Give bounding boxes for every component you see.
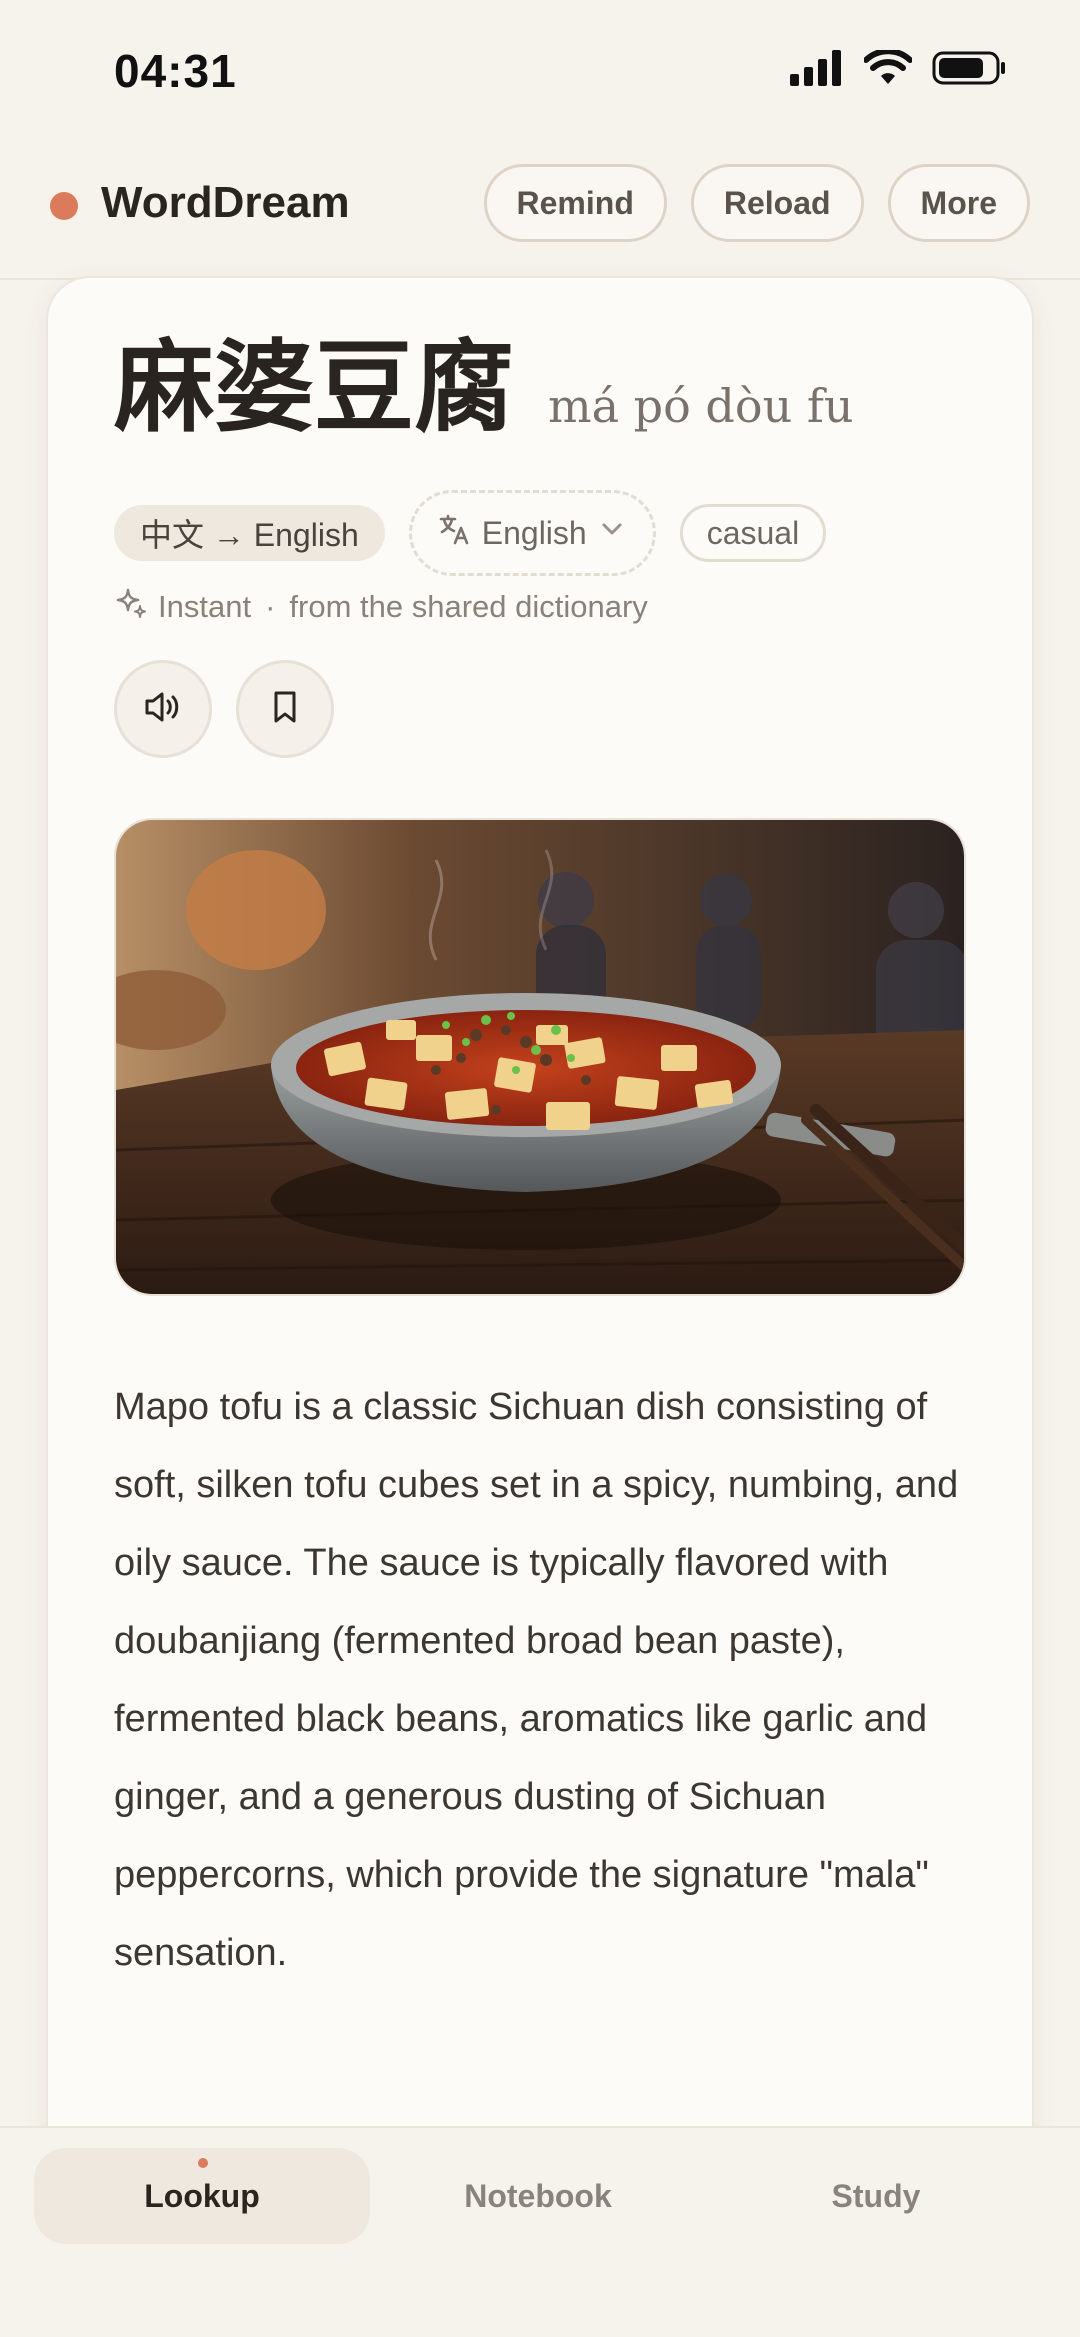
source-description: from the shared dictionary: [289, 589, 648, 624]
target-language-label: English: [481, 514, 587, 551]
source-separator: ·: [265, 589, 276, 624]
app-screen: 04:31 WordDream Remind Reload More 麻婆豆腐 …: [0, 0, 1080, 2337]
signal-icon: [790, 50, 844, 86]
brand-dot: [50, 192, 78, 220]
definition-text: Mapo tofu is a classic Sichuan dish cons…: [114, 1386, 959, 1974]
pinyin: má pó dòu fu: [548, 379, 854, 433]
bookmark-icon: [265, 687, 305, 732]
reload-button[interactable]: Reload: [690, 164, 864, 242]
nav-label-lookup: Lookup: [144, 2177, 260, 2214]
battery-icon: [932, 50, 1008, 86]
app-header: WordDream Remind Reload More: [0, 140, 1080, 280]
active-indicator-dot: [198, 2158, 208, 2168]
nav-label-study: Study: [831, 2177, 921, 2214]
nav-tab-study[interactable]: Study: [708, 2148, 1044, 2244]
remind-button[interactable]: Remind: [483, 164, 667, 242]
more-button[interactable]: More: [887, 164, 1030, 242]
status-time: 04:31: [114, 45, 237, 97]
nav-label-notebook: Notebook: [464, 2177, 612, 2214]
bottom-nav: Lookup Notebook Study: [0, 2126, 1080, 2337]
target-language-select[interactable]: English: [408, 490, 656, 576]
speaker-icon: [141, 685, 185, 734]
tag-row: 中文 → English English casual: [114, 490, 827, 576]
headword: 麻婆豆腐: [114, 329, 514, 446]
source-mode: Instant: [158, 589, 252, 624]
nav-tab-lookup[interactable]: Lookup: [34, 2148, 370, 2244]
register-tag[interactable]: casual: [679, 504, 827, 562]
status-bar: 04:31: [0, 0, 1080, 140]
direction-tag: 中文 → English: [114, 505, 385, 561]
entry-card: 麻婆豆腐 má pó dòu fu 中文 → English English c…: [46, 276, 1034, 2176]
bookmark-button[interactable]: [236, 660, 334, 758]
header-actions: Remind Reload More: [483, 164, 1030, 242]
wifi-icon: [864, 50, 912, 86]
status-icons: [790, 50, 1008, 86]
brand-name: WordDream: [101, 178, 350, 227]
headword-row: 麻婆豆腐 má pó dòu fu: [114, 338, 853, 438]
sparkle-icon: [114, 586, 148, 628]
translate-icon: [438, 512, 472, 554]
chevron-down-icon: [597, 514, 627, 552]
source-meta: Instant · from the shared dictionary: [114, 586, 648, 628]
entry-actions: [114, 660, 334, 758]
pronounce-button[interactable]: [114, 660, 212, 758]
nav-tab-notebook[interactable]: Notebook: [370, 2148, 706, 2244]
dish-photo: [114, 818, 966, 1296]
